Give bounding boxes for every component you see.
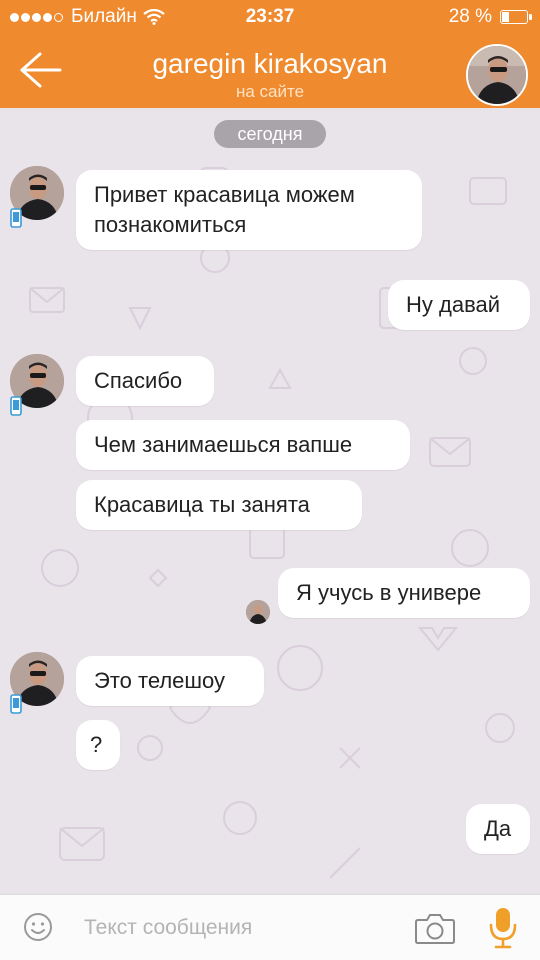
own-avatar	[246, 600, 270, 624]
date-separator: сегодня	[214, 120, 326, 148]
microphone-icon[interactable]	[486, 905, 520, 951]
camera-icon[interactable]	[414, 911, 456, 945]
online-status: на сайте	[235, 82, 305, 101]
chat-area[interactable]: сегодня Привет красавица можем познакоми…	[0, 108, 540, 894]
message-bubble[interactable]: Красавица ты занята	[76, 480, 362, 530]
message-bubble[interactable]: Ну давай	[388, 280, 530, 330]
message-bubble[interactable]: Да	[466, 804, 530, 854]
battery-icon	[500, 10, 532, 24]
contact-avatar[interactable]	[466, 44, 528, 106]
message-bubble[interactable]: Привет красавица можем познакомиться	[76, 170, 422, 250]
chat-header: Билайн 23:37 28 % garegin kirakosyan на …	[0, 0, 540, 108]
contact-name: garegin kirakosyan	[152, 48, 388, 79]
contact-info[interactable]: garegin kirakosyan на сайте	[100, 48, 440, 102]
battery-percent: 28 %	[448, 6, 492, 27]
message-input[interactable]	[82, 909, 386, 947]
mobile-phone-icon	[10, 208, 22, 228]
message-bubble[interactable]: Чем занимаешься вапше	[76, 420, 410, 470]
message-bubble[interactable]: Спасибо	[76, 356, 214, 406]
mobile-phone-icon	[10, 396, 22, 416]
smile-icon[interactable]	[22, 911, 54, 943]
battery-group: 28 %	[448, 6, 532, 28]
mobile-phone-icon	[10, 694, 22, 714]
status-bar: Билайн 23:37 28 %	[0, 0, 540, 34]
message-bubble[interactable]: Это телешоу	[76, 656, 264, 706]
message-bubble[interactable]: Я учусь в универе	[278, 568, 530, 618]
message-input-bar	[0, 894, 540, 960]
message-bubble[interactable]: ?	[76, 720, 120, 770]
arrow-left-icon[interactable]	[14, 48, 66, 92]
battery-fill	[502, 12, 510, 22]
